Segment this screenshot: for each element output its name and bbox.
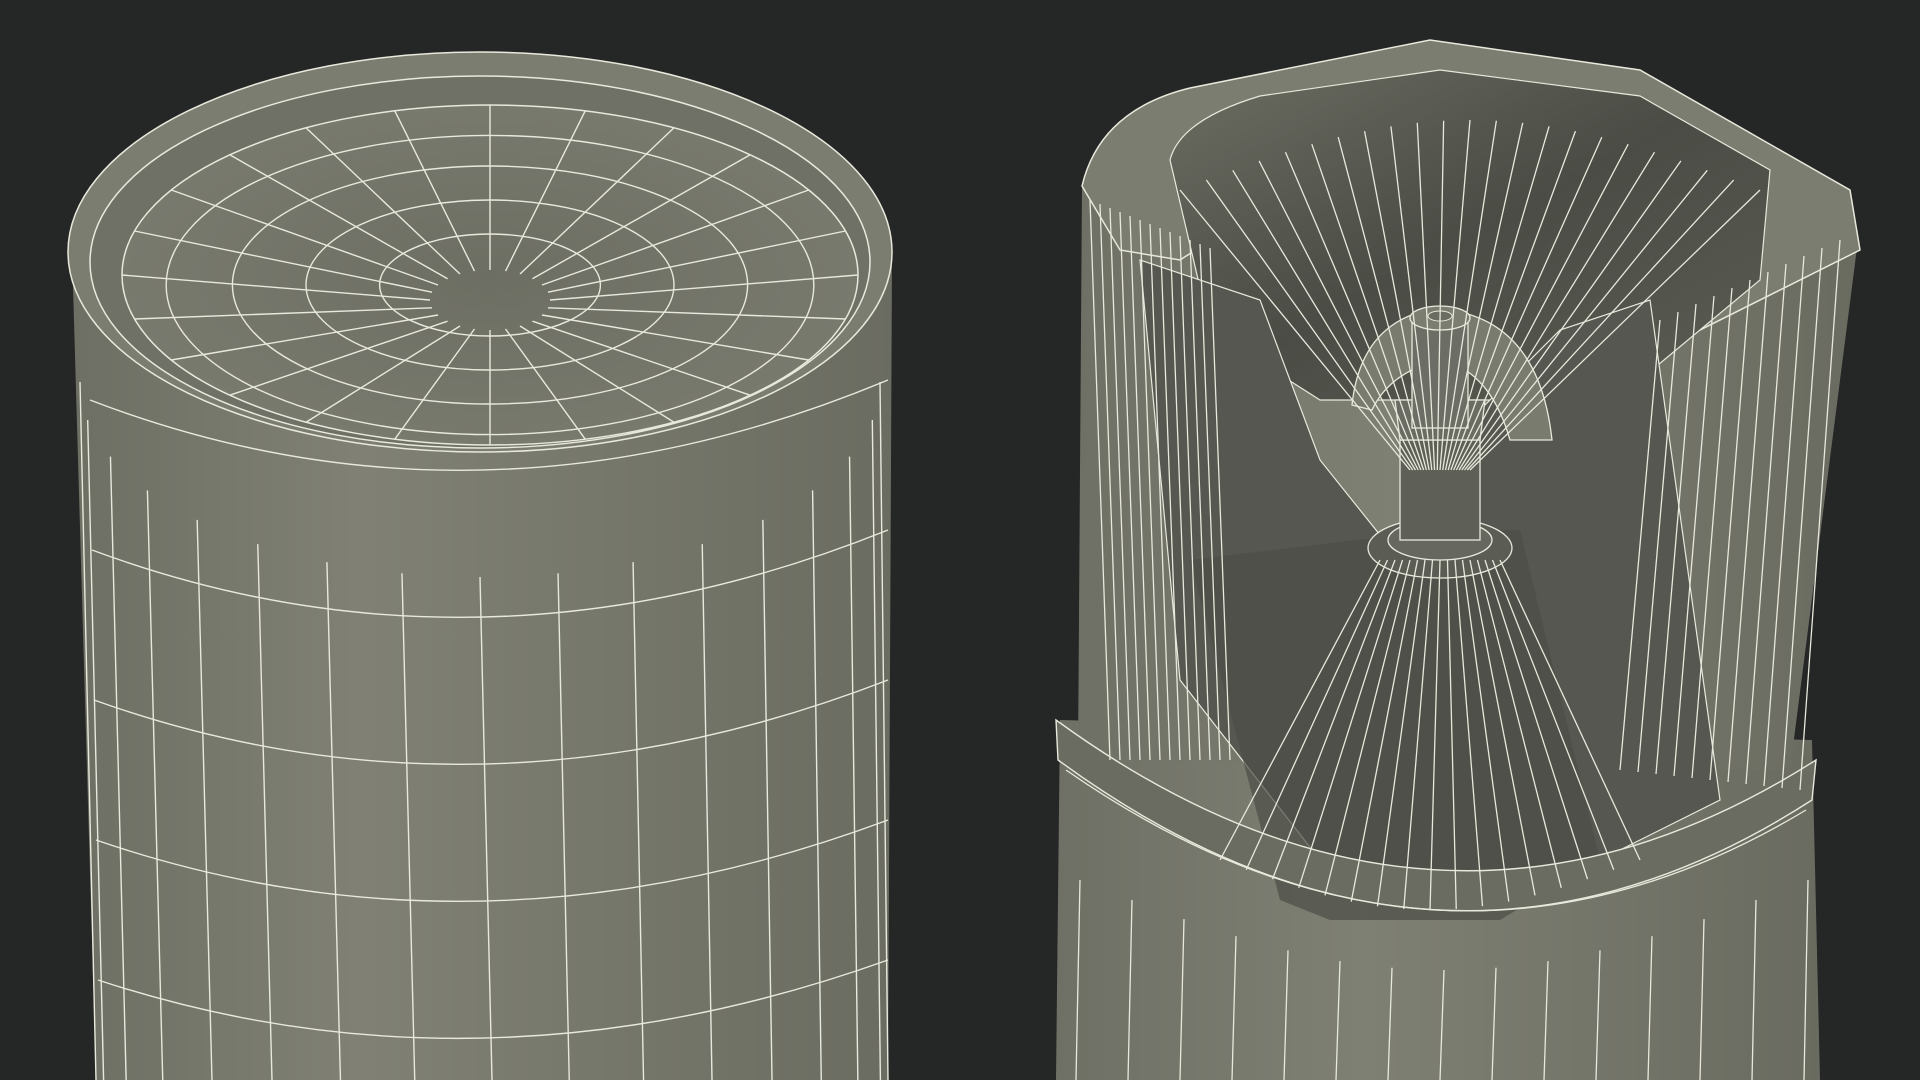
left-cylinder xyxy=(67,51,893,1080)
right-cylinder xyxy=(1055,39,1861,1080)
render-viewport xyxy=(0,0,1920,1080)
wireframe-render xyxy=(67,39,1861,1080)
